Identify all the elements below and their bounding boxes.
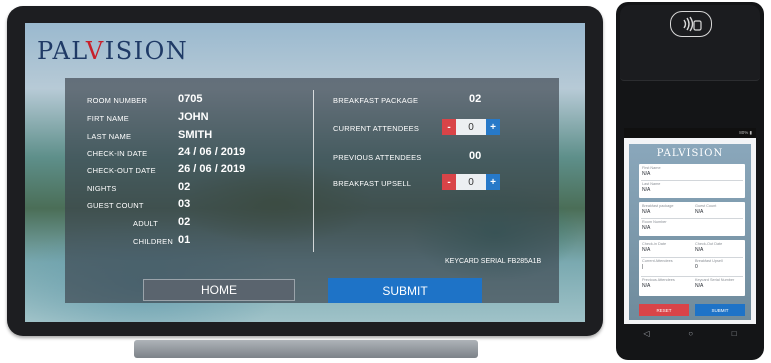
check-in-label: CHECK-IN DATE [87, 149, 148, 158]
divider [641, 218, 743, 219]
terminal-current-attendees-field[interactable]: Current Attendees | [642, 259, 673, 270]
last-name-label: LAST NAME [87, 132, 132, 141]
check-out-value: 26 / 06 / 2019 [178, 163, 246, 175]
terminal-room-number-field[interactable]: Room Number N/A [642, 220, 667, 231]
column-divider [313, 90, 314, 252]
breakfast-upsell-decrement-button[interactable]: - [442, 174, 456, 190]
terminal-submit-button[interactable]: SUBMIT [695, 304, 745, 316]
android-nav-bar: ◁ ○ □ [624, 325, 756, 341]
previous-attendees-value: 00 [469, 150, 482, 162]
current-attendees-decrement-button[interactable]: - [442, 119, 456, 135]
current-attendees-input[interactable]: 0 [456, 119, 486, 135]
terminal-name-card: First Name N/A Last Name N/A [639, 164, 745, 198]
recents-icon[interactable]: □ [732, 329, 737, 338]
first-name-value: JOHN [178, 111, 209, 123]
submit-button[interactable]: SUBMIT [328, 278, 482, 303]
pos-terminal: 80% ▮ PALVISION First Name N/A Last Name… [616, 2, 764, 360]
tablet-device: PALVISION ROOM NUMBER 0705 FIRT NAME JOH… [7, 6, 603, 336]
breakfast-upsell-stepper[interactable]: - 0 + [442, 174, 500, 190]
terminal-last-name-field[interactable]: Last Name N/A [642, 182, 660, 193]
divider [641, 257, 743, 258]
adult-value: 02 [178, 216, 191, 228]
terminal-guest-count-field[interactable]: Guest Count N/A [695, 204, 716, 215]
room-number-value: 0705 [178, 93, 203, 105]
brand-logo: PALVISION [37, 37, 189, 65]
nights-value: 02 [178, 181, 191, 193]
nights-label: NIGHTS [87, 184, 117, 193]
breakfast-upsell-label: BREAKFAST UPSELL [333, 179, 412, 188]
adult-label: ADULT [133, 219, 159, 228]
breakfast-upsell-increment-button[interactable]: + [486, 174, 500, 190]
room-number-label: ROOM NUMBER [87, 96, 148, 105]
tablet-screen: PALVISION ROOM NUMBER 0705 FIRT NAME JOH… [25, 23, 585, 322]
keycard-serial: KEYCARD SERIAL FB285A1B [445, 258, 542, 265]
home-button[interactable]: HOME [143, 279, 295, 301]
back-icon[interactable]: ◁ [643, 329, 649, 338]
current-attendees-increment-button[interactable]: + [486, 119, 500, 135]
children-label: CHILDREN [133, 237, 173, 246]
current-attendees-stepper[interactable]: - 0 + [442, 119, 500, 135]
terminal-booking-card: Breakfast package N/A Guest Count N/A Ro… [639, 202, 745, 236]
breakfast-package-label: BREAKFAST PACKAGE [333, 96, 419, 105]
terminal-check-in-field[interactable]: Check-in Date N/A [642, 242, 666, 253]
terminal-screen: 80% ▮ PALVISION First Name N/A Last Name… [624, 128, 756, 324]
guest-count-value: 03 [178, 198, 191, 210]
previous-attendees-label: PREVIOUS ATTENDEES [333, 153, 422, 162]
check-out-label: CHECK-OUT DATE [87, 166, 156, 175]
first-name-label: FIRT NAME [87, 114, 129, 123]
terminal-stay-card: Check-in Date N/A Check-Out Date N/A Cur… [639, 240, 745, 296]
terminal-reader-head [620, 5, 760, 81]
terminal-brand-logo: PALVISION [656, 148, 724, 159]
contactless-icon [670, 11, 712, 37]
terminal-breakfast-upsell-field[interactable]: Breakfast Upsell 0 [695, 259, 723, 270]
guest-form-panel: ROOM NUMBER 0705 FIRT NAME JOHN LAST NAM… [65, 78, 559, 303]
status-bar: 80% ▮ [624, 128, 756, 138]
guest-count-label: GUEST COUNT [87, 201, 144, 210]
tablet-stand [134, 340, 478, 358]
terminal-previous-attendees-field[interactable]: Previous Attendees N/A [642, 278, 675, 289]
divider [641, 276, 743, 277]
terminal-breakfast-package-field[interactable]: Breakfast package N/A [642, 204, 673, 215]
last-name-value: SMITH [178, 129, 213, 141]
divider [641, 180, 743, 181]
check-in-value: 24 / 06 / 2019 [178, 146, 246, 158]
terminal-first-name-field[interactable]: First Name N/A [642, 166, 661, 177]
terminal-reset-button[interactable]: RESET [639, 304, 689, 316]
children-value: 01 [178, 234, 191, 246]
breakfast-package-value: 02 [469, 93, 482, 105]
terminal-check-out-field[interactable]: Check-Out Date N/A [695, 242, 722, 253]
current-attendees-label: CURRENT ATTENDEES [333, 124, 420, 133]
terminal-app-panel: PALVISION First Name N/A Last Name N/A B… [629, 144, 751, 320]
terminal-keycard-serial-field[interactable]: Keycard Serial Number N/A [695, 278, 734, 289]
breakfast-upsell-input[interactable]: 0 [456, 174, 486, 190]
home-icon[interactable]: ○ [688, 329, 693, 338]
